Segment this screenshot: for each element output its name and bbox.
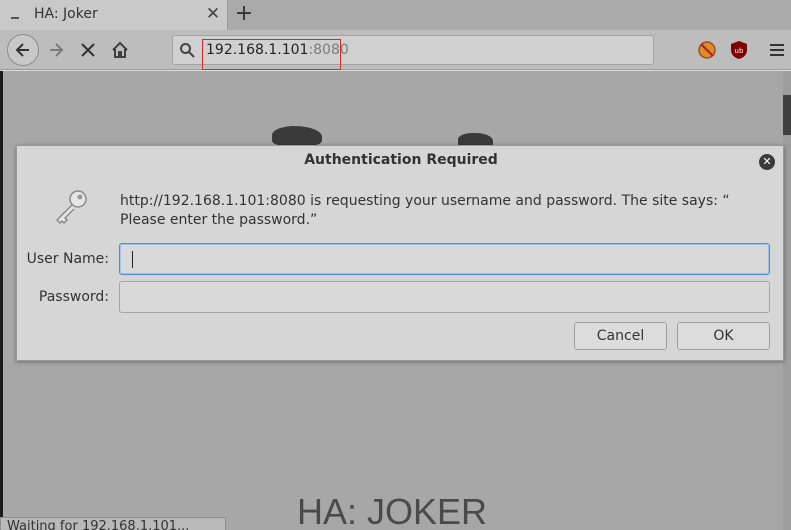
- dialog-title: Authentication Required: [304, 152, 498, 168]
- tab-media-icon: [11, 9, 19, 19]
- browser-tab[interactable]: HA: Joker ✕: [0, 0, 228, 30]
- ublock-origin-icon[interactable]: ub: [729, 40, 749, 60]
- close-icon[interactable]: ✕: [759, 154, 775, 170]
- url-bar[interactable]: 192.168.1.101:8080: [172, 35, 654, 70]
- tab-close-button[interactable]: ✕: [203, 3, 223, 25]
- scrollbar-track[interactable]: [783, 71, 791, 530]
- password-label: Password:: [38, 289, 109, 305]
- page-heading: HA: JOKER: [297, 491, 488, 530]
- password-field[interactable]: [119, 281, 770, 313]
- no-script-extension-icon[interactable]: [697, 40, 717, 60]
- key-icon: [51, 186, 91, 226]
- url-text[interactable]: 192.168.1.101:8080: [206, 42, 349, 58]
- hamburger-menu-icon[interactable]: [767, 39, 787, 61]
- stop-icon: [81, 43, 95, 57]
- status-bar: Waiting for 192.168.1.101...: [0, 517, 226, 530]
- username-field[interactable]: [119, 243, 770, 275]
- url-port: :8080: [308, 42, 349, 58]
- tab-title: HA: Joker: [34, 6, 98, 22]
- scrollbar-thumb[interactable]: [783, 95, 791, 135]
- stop-button[interactable]: [72, 34, 104, 66]
- new-tab-button[interactable]: +: [232, 1, 256, 27]
- text-caret: [132, 251, 133, 268]
- navigation-bar: 192.168.1.101:8080 ub: [0, 30, 791, 70]
- forward-button[interactable]: [40, 34, 72, 66]
- back-arrow-icon: [15, 43, 29, 57]
- page-graphic: [272, 126, 322, 146]
- dialog-message: http://192.168.1.101:8080 is requesting …: [120, 193, 730, 228]
- tab-strip: HA: Joker ✕ +: [0, 0, 791, 30]
- home-icon: [112, 41, 128, 58]
- svg-text:ub: ub: [735, 47, 744, 55]
- username-label: User Name:: [26, 251, 109, 267]
- forward-arrow-icon: [50, 43, 64, 57]
- auth-dialog: Authentication Required ✕ http://192.168…: [16, 145, 784, 361]
- url-host: 192.168.1.101: [206, 42, 309, 58]
- home-button[interactable]: [104, 34, 136, 66]
- page-left-edge: [0, 71, 3, 530]
- cancel-button[interactable]: Cancel: [574, 322, 667, 350]
- search-icon: [179, 42, 195, 62]
- back-button[interactable]: [7, 34, 39, 66]
- ok-button[interactable]: OK: [677, 322, 770, 350]
